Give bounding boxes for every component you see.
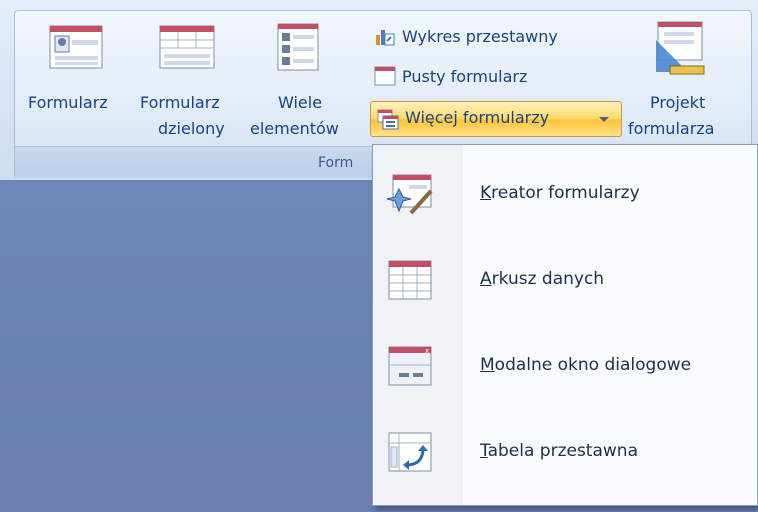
split-form-label-2: dzielony (158, 119, 225, 138)
form-button-label: Formularz (28, 93, 108, 112)
more-forms-label: Więcej formularzy (405, 108, 550, 127)
group-label: Form (318, 155, 354, 171)
multiple-items-label-1: Wiele (278, 93, 323, 112)
more-forms-icon (377, 109, 399, 130)
form-design-icon (656, 21, 705, 75)
split-form-button[interactable]: Formularz dzielony (140, 18, 250, 143)
pivot-table-icon (388, 432, 432, 472)
menu-item-datasheet[interactable]: Arkusz danych (373, 237, 757, 321)
form-button[interactable]: Formularz (28, 18, 140, 143)
menu-item-form-wizard[interactable]: Kreator formularzy (373, 151, 757, 235)
multiple-items-icon (277, 23, 319, 71)
more-forms-menu: Kreator formularzy Arkusz danych x Modal… (372, 144, 758, 506)
blank-form-label: Pusty formularz (402, 66, 528, 86)
blank-form-button[interactable]: Pusty formularz (374, 62, 594, 90)
form-design-label-2: formularza (628, 119, 715, 138)
more-forms-button[interactable]: Więcej formularzy (370, 101, 622, 137)
blank-form-icon (374, 66, 396, 86)
form-icon (49, 25, 103, 69)
form-wizard-label: Kreator formularzy (480, 183, 640, 203)
form-design-button[interactable]: Projekt formularza (626, 18, 746, 143)
pivot-chart-button[interactable]: Wykres przestawny (374, 22, 624, 50)
form-design-label-1: Projekt (650, 93, 706, 112)
split-form-icon (159, 25, 215, 69)
multiple-items-label-2: elementów (250, 119, 339, 138)
modal-dialog-label: Modalne okno dialogowe (480, 355, 692, 375)
datasheet-label: Arkusz danych (480, 269, 605, 289)
datasheet-icon (388, 260, 432, 300)
menu-item-pivot-table[interactable]: Tabela przestawna (373, 409, 757, 493)
modal-dialog-icon: x (388, 346, 432, 386)
menu-item-modal-dialog[interactable]: x Modalne okno dialogowe (373, 323, 757, 407)
split-form-label-1: Formularz (140, 93, 220, 112)
multiple-items-button[interactable]: Wiele elementów (250, 18, 366, 143)
pivot-chart-label: Wykres przestawny (402, 26, 558, 46)
dropdown-arrow-icon (599, 117, 609, 122)
pivot-chart-icon (376, 30, 395, 46)
form-wizard-icon (386, 174, 433, 215)
svg-text:x: x (425, 347, 429, 355)
pivot-table-label: Tabela przestawna (480, 441, 638, 461)
